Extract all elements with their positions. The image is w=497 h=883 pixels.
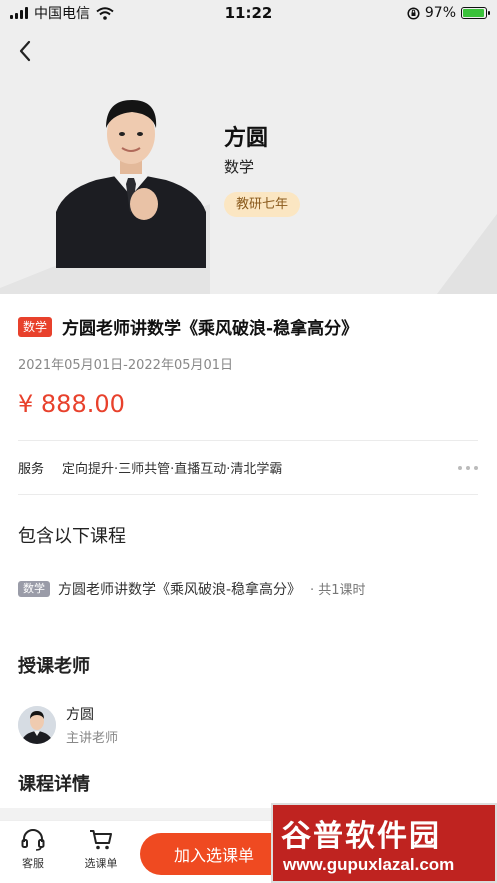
included-course-title: 方圆老师讲数学《乘风破浪-稳拿高分》 [58,582,302,598]
course-title: 方圆老师讲数学《乘风破浪-稳拿高分》 [62,319,359,339]
course-price: ¥ 888.00 [18,390,125,418]
included-course-item[interactable]: 数学 方圆老师讲数学《乘风破浪-稳拿高分》 · 共1课时 [18,578,418,603]
teacher-card-role: 主讲老师 [66,731,119,746]
hero-bg-shape-right [437,214,497,294]
divider [18,440,478,441]
watermark-url: www.gupuxlazal.com [283,855,455,874]
teachers-section-title: 授课老师 [18,656,90,677]
back-button[interactable] [12,36,38,66]
service-label: 服务 [18,462,45,477]
headset-icon [21,829,45,851]
course-cart-label: 选课单 [84,857,118,870]
teacher-card[interactable]: 方圆 主讲老师 [18,704,118,746]
chevron-left-icon [19,40,31,62]
more-icon[interactable] [458,465,478,470]
service-row[interactable]: 服务 定向提升·三师共管·直播互动·清北学霸 [18,458,478,477]
teacher-portrait [56,100,206,268]
subject-tag: 数学 [18,316,53,337]
customer-service-label: 客服 [22,857,44,870]
signal-icon [10,7,28,19]
teacher-hero: 方圆 数学 教研七年 [0,0,497,294]
course-details-title: 课程详情 [18,774,90,795]
course-title-row: 数学 方圆老师讲数学《乘风破浪-稳拿高分》 [18,314,478,339]
teacher-card-name: 方圆 [66,707,94,723]
orientation-lock-icon [407,6,420,20]
service-items: 定向提升·三师共管·直播互动·清北学霸 [62,462,283,477]
watermark-title: 谷普软件园 [281,819,441,854]
course-dates: 2021年05月01日-2022年05月01日 [18,358,234,373]
battery-icon [461,7,490,19]
divider [18,494,478,495]
carrier-label: 中国电信 [34,6,90,22]
included-course-tag: 数学 [18,581,50,597]
course-cart-button[interactable]: 选课单 [76,829,126,871]
included-courses-title: 包含以下课程 [18,526,126,547]
avatar [18,706,56,744]
teacher-name: 方圆 [224,126,269,151]
tenure-badge: 教研七年 [224,192,301,217]
battery-percent: 97% [424,5,456,21]
site-watermark: 谷普软件园 www.gupuxlazal.com [271,803,497,883]
wifi-icon [96,6,114,20]
customer-service-button[interactable]: 客服 [8,829,58,871]
course-content: 数学 方圆老师讲数学《乘风破浪-稳拿高分》 2021年05月01日-2022年0… [0,294,497,814]
clock: 11:22 [224,4,273,22]
included-course-count: · 共1课时 [309,583,366,598]
status-bar: 中国电信 11:22 97% [0,0,497,26]
cart-icon [90,830,112,850]
teacher-subject: 数学 [224,158,255,176]
